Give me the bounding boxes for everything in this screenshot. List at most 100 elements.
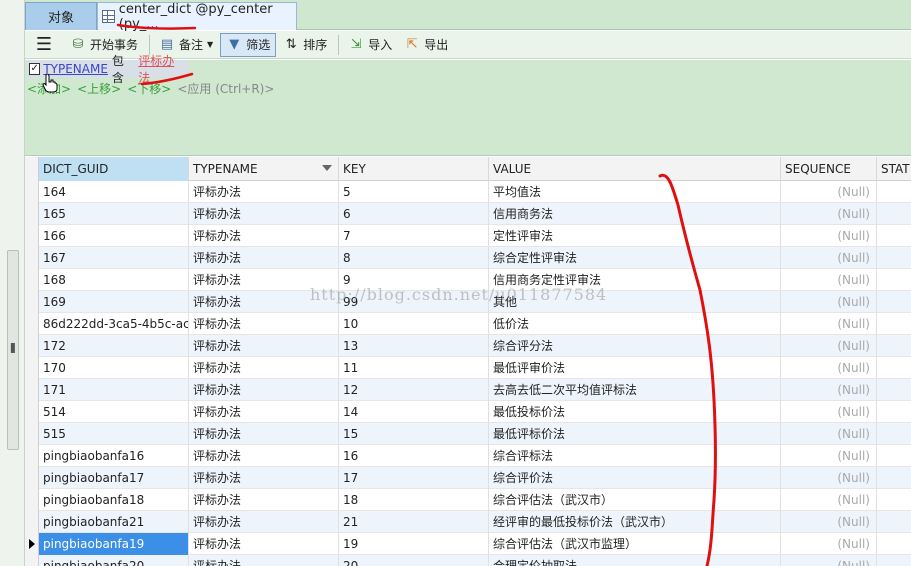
cell-stat[interactable] bbox=[877, 511, 911, 533]
cell-dict-guid[interactable]: 166 bbox=[39, 225, 189, 247]
cell-typename[interactable]: 评标办法 bbox=[189, 291, 339, 313]
cell-sequence[interactable]: (Null) bbox=[781, 181, 877, 203]
cell-typename[interactable]: 评标办法 bbox=[189, 203, 339, 225]
cell-value[interactable]: 最低评标价法 bbox=[489, 423, 781, 445]
cell-stat[interactable] bbox=[877, 467, 911, 489]
cell-key[interactable]: 13 bbox=[339, 335, 489, 357]
row-header[interactable] bbox=[25, 335, 39, 357]
row-header[interactable] bbox=[25, 423, 39, 445]
cell-stat[interactable] bbox=[877, 335, 911, 357]
cell-sequence[interactable]: (Null) bbox=[781, 489, 877, 511]
tab-objects[interactable]: 对象 bbox=[25, 2, 97, 30]
cell-typename[interactable]: 评标办法 bbox=[189, 533, 339, 555]
column-header-typename[interactable]: TYPENAME bbox=[189, 157, 339, 181]
column-header-value[interactable]: VALUE bbox=[489, 157, 781, 181]
filter-move-up-link[interactable]: <上移> bbox=[77, 80, 121, 97]
row-header[interactable] bbox=[25, 203, 39, 225]
row-header[interactable] bbox=[25, 511, 39, 533]
cell-typename[interactable]: 评标办法 bbox=[189, 335, 339, 357]
cell-sequence[interactable]: (Null) bbox=[781, 401, 877, 423]
cell-typename[interactable]: 评标办法 bbox=[189, 401, 339, 423]
row-header[interactable] bbox=[25, 445, 39, 467]
cell-key[interactable]: 17 bbox=[339, 467, 489, 489]
table-row[interactable]: 169 评标办法 99 其他 (Null) bbox=[25, 291, 911, 313]
table-row[interactable]: 172 评标办法 13 综合评分法 (Null) bbox=[25, 335, 911, 357]
tab-center-dict[interactable]: center_dict @py_center (py_... bbox=[97, 2, 297, 32]
cell-dict-guid[interactable]: pingbiaobanfa19 bbox=[39, 533, 189, 555]
cell-typename[interactable]: 评标办法 bbox=[189, 511, 339, 533]
cell-sequence[interactable]: (Null) bbox=[781, 247, 877, 269]
filter-move-down-link[interactable]: <下移> bbox=[127, 80, 171, 97]
cell-typename[interactable]: 评标办法 bbox=[189, 225, 339, 247]
cell-sequence[interactable]: (Null) bbox=[781, 291, 877, 313]
cell-stat[interactable] bbox=[877, 203, 911, 225]
cell-dict-guid[interactable]: 86d222dd-3ca5-4b5c-ac3 bbox=[39, 313, 189, 335]
cell-dict-guid[interactable]: 167 bbox=[39, 247, 189, 269]
table-row[interactable]: pingbiaobanfa16 评标办法 16 综合评标法 (Null) bbox=[25, 445, 911, 467]
cell-key[interactable]: 14 bbox=[339, 401, 489, 423]
cell-sequence[interactable]: (Null) bbox=[781, 511, 877, 533]
cell-stat[interactable] bbox=[877, 423, 911, 445]
cell-dict-guid[interactable]: pingbiaobanfa20 bbox=[39, 555, 189, 566]
cell-stat[interactable] bbox=[877, 269, 911, 291]
table-row[interactable]: 166 评标办法 7 定性评审法 (Null) bbox=[25, 225, 911, 247]
cell-stat[interactable] bbox=[877, 357, 911, 379]
export-button[interactable]: ⇱ 导出 bbox=[399, 33, 453, 57]
cell-stat[interactable] bbox=[877, 533, 911, 555]
table-row[interactable]: 514 评标办法 14 最低投标价法 (Null) bbox=[25, 401, 911, 423]
cell-typename[interactable]: 评标办法 bbox=[189, 247, 339, 269]
column-header-dict-guid[interactable]: DICT_GUID bbox=[39, 157, 189, 181]
cell-key[interactable]: 15 bbox=[339, 423, 489, 445]
cell-typename[interactable]: 评标办法 bbox=[189, 555, 339, 566]
table-row[interactable]: 165 评标办法 6 信用商务法 (Null) bbox=[25, 203, 911, 225]
cell-value[interactable]: 综合评分法 bbox=[489, 335, 781, 357]
table-row[interactable]: pingbiaobanfa20 评标办法 20 合理定价抽取法 (Null) bbox=[25, 555, 911, 566]
chevron-down-icon[interactable]: ▼ bbox=[207, 40, 213, 49]
cell-dict-guid[interactable]: 165 bbox=[39, 203, 189, 225]
table-row[interactable]: 167 评标办法 8 综合定性评审法 (Null) bbox=[25, 247, 911, 269]
row-header[interactable] bbox=[25, 225, 39, 247]
cell-stat[interactable] bbox=[877, 445, 911, 467]
cell-key[interactable]: 6 bbox=[339, 203, 489, 225]
table-row[interactable]: 170 评标办法 11 最低评审价法 (Null) bbox=[25, 357, 911, 379]
cell-stat[interactable] bbox=[877, 313, 911, 335]
row-header[interactable] bbox=[25, 489, 39, 511]
cell-value[interactable]: 综合评估法（武汉市监理） bbox=[489, 533, 781, 555]
filter-enable-checkbox[interactable]: ✓ bbox=[29, 63, 41, 75]
cell-key[interactable]: 99 bbox=[339, 291, 489, 313]
cell-dict-guid[interactable]: 171 bbox=[39, 379, 189, 401]
cell-sequence[interactable]: (Null) bbox=[781, 445, 877, 467]
cell-sequence[interactable]: (Null) bbox=[781, 203, 877, 225]
cell-key[interactable]: 21 bbox=[339, 511, 489, 533]
panel-splitter[interactable]: ▪ ▪ ▪ bbox=[7, 250, 19, 450]
cell-stat[interactable] bbox=[877, 379, 911, 401]
filter-add-link[interactable]: <添加> bbox=[27, 80, 71, 97]
cell-value[interactable]: 综合定性评审法 bbox=[489, 247, 781, 269]
row-header[interactable] bbox=[25, 467, 39, 489]
cell-dict-guid[interactable]: 168 bbox=[39, 269, 189, 291]
row-header[interactable] bbox=[25, 291, 39, 313]
cell-dict-guid[interactable]: 172 bbox=[39, 335, 189, 357]
import-button[interactable]: ⇲ 导入 bbox=[343, 33, 397, 57]
cell-sequence[interactable]: (Null) bbox=[781, 379, 877, 401]
cell-sequence[interactable]: (Null) bbox=[781, 335, 877, 357]
cell-typename[interactable]: 评标办法 bbox=[189, 269, 339, 291]
cell-key[interactable]: 20 bbox=[339, 555, 489, 566]
cell-stat[interactable] bbox=[877, 401, 911, 423]
cell-dict-guid[interactable]: pingbiaobanfa16 bbox=[39, 445, 189, 467]
table-row[interactable]: pingbiaobanfa17 评标办法 17 综合评价法 (Null) bbox=[25, 467, 911, 489]
table-row[interactable]: pingbiaobanfa18 评标办法 18 综合评估法（武汉市） (Null) bbox=[25, 489, 911, 511]
cell-value[interactable]: 信用商务定性评审法 bbox=[489, 269, 781, 291]
cell-stat[interactable] bbox=[877, 247, 911, 269]
cell-value[interactable]: 合理定价抽取法 bbox=[489, 555, 781, 566]
cell-typename[interactable]: 评标办法 bbox=[189, 313, 339, 335]
cell-value[interactable]: 最低投标价法 bbox=[489, 401, 781, 423]
cell-key[interactable]: 8 bbox=[339, 247, 489, 269]
cell-value[interactable]: 定性评审法 bbox=[489, 225, 781, 247]
cell-key[interactable]: 11 bbox=[339, 357, 489, 379]
cell-dict-guid[interactable]: 164 bbox=[39, 181, 189, 203]
cell-value[interactable]: 信用商务法 bbox=[489, 203, 781, 225]
cell-stat[interactable] bbox=[877, 489, 911, 511]
cell-key[interactable]: 7 bbox=[339, 225, 489, 247]
cell-value[interactable]: 低价法 bbox=[489, 313, 781, 335]
